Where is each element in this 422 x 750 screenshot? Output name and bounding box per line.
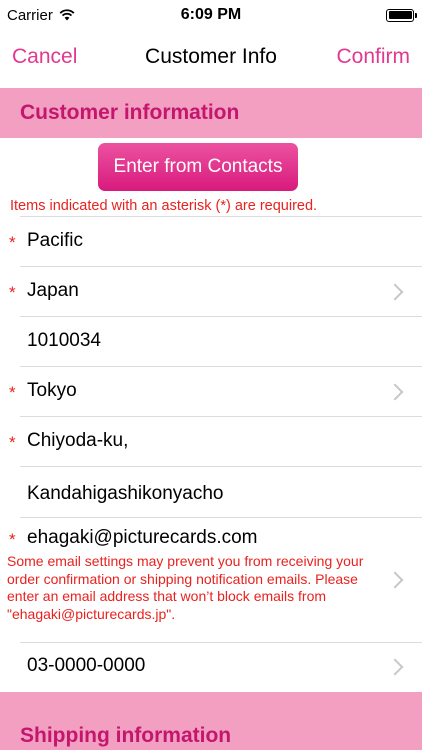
cancel-button[interactable]: Cancel	[0, 45, 89, 69]
field-row-phone[interactable]: 03-0000-0000	[0, 643, 422, 691]
required-asterisk: *	[9, 233, 16, 252]
chevron-right-icon	[386, 283, 404, 301]
status-bar: Carrier 6:09 PM	[0, 0, 422, 30]
field-value-phone: 03-0000-0000	[27, 655, 146, 676]
enter-from-contacts-button[interactable]: Enter from Contacts	[98, 143, 298, 191]
chevron-right-icon	[386, 571, 404, 589]
field-row-city[interactable]: * Chiyoda-ku,	[0, 417, 422, 467]
navigation-bar: Customer Info Cancel Confirm	[0, 30, 422, 84]
shipping-info-header: Shipping information	[0, 692, 422, 750]
shipping-info-title: Shipping information	[20, 724, 232, 747]
required-asterisk: *	[9, 530, 16, 549]
customer-info-screen: Carrier 6:09 PM Customer Info Cancel Con…	[0, 0, 422, 750]
email-warning-note: Some email settings may prevent you from…	[7, 553, 364, 622]
field-row-postal-code[interactable]: 1010034	[0, 317, 422, 367]
field-value-country: Japan	[27, 280, 79, 301]
chevron-right-icon	[386, 658, 404, 676]
field-value-email: ehagaki@picturecards.com	[27, 527, 258, 548]
field-row-name[interactable]: * Pacific	[0, 217, 422, 267]
field-row-prefecture[interactable]: * Tokyo	[0, 367, 422, 417]
field-value-city: Chiyoda-ku,	[27, 430, 129, 451]
field-value-address: Kandahigashikonyacho	[27, 483, 224, 504]
battery-icon	[386, 8, 417, 22]
carrier-label: Carrier	[7, 6, 53, 24]
required-asterisk: *	[9, 283, 16, 302]
field-row-address[interactable]: Kandahigashikonyacho	[0, 467, 422, 517]
field-value-prefecture: Tokyo	[27, 380, 77, 401]
required-asterisk: *	[9, 383, 16, 402]
wifi-icon	[59, 9, 75, 21]
field-value-name: Pacific	[27, 230, 83, 251]
customer-info-header: Customer information	[0, 88, 422, 138]
confirm-button[interactable]: Confirm	[324, 45, 422, 69]
required-asterisk: *	[9, 433, 16, 452]
customer-info-title: Customer information	[20, 101, 240, 124]
field-value-postal-code: 1010034	[27, 330, 101, 351]
status-left: Carrier	[0, 7, 75, 24]
chevron-right-icon	[386, 383, 404, 401]
required-note: Items indicated with an asterisk (*) are…	[10, 198, 318, 214]
field-row-country[interactable]: * Japan	[0, 267, 422, 317]
